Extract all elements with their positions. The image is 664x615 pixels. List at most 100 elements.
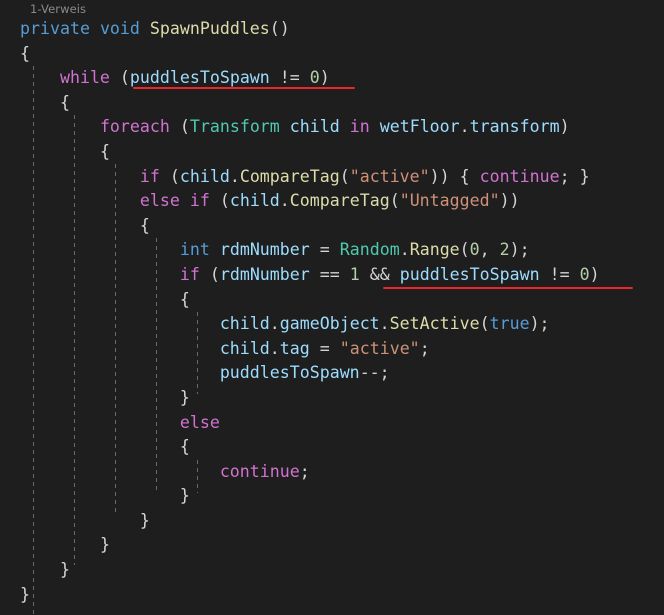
code-editor-pane[interactable]: 1-Verweis private void SpawnPuddles() { … xyxy=(0,0,664,615)
variable-child: child xyxy=(179,166,230,186)
punctuation: ); xyxy=(509,240,530,260)
keyword-private: private xyxy=(20,19,90,38)
variable-puddles-to-spawn: puddlesToSpawn xyxy=(129,68,270,88)
punctuation: ; xyxy=(419,338,430,358)
brace-open: { xyxy=(59,92,70,112)
brace-close: } xyxy=(20,584,30,604)
code-line[interactable]: if (child.CompareTag("active")) { contin… xyxy=(0,165,664,190)
punctuation: ( xyxy=(169,166,180,186)
brace-open: { xyxy=(179,289,190,309)
keyword-continue: continue xyxy=(479,166,560,186)
punctuation: ) xyxy=(559,117,570,137)
variable-child: child xyxy=(289,117,340,137)
operator-and: && xyxy=(369,264,390,284)
operator-assign: = xyxy=(319,338,330,358)
variable-rdm-number: rdmNumber xyxy=(219,240,310,260)
code-line[interactable]: if (rdmNumber == 1 && puddlesToSpawn != … xyxy=(0,263,664,288)
punctuation: ( xyxy=(179,117,190,137)
code-line[interactable]: child.gameObject.SetActive(true); xyxy=(0,312,664,337)
keyword-else: else xyxy=(139,191,180,211)
brace-close: } xyxy=(179,486,190,506)
punctuation: . xyxy=(279,191,290,211)
code-line[interactable]: private void SpawnPuddles() xyxy=(0,17,664,42)
operator-decrement: -- xyxy=(359,363,380,383)
type-random: Random xyxy=(339,240,400,260)
variable-puddles-to-spawn: puddlesToSpawn xyxy=(399,264,540,284)
punctuation: ; xyxy=(559,166,570,186)
punctuation: . xyxy=(459,117,470,137)
punctuation: , xyxy=(479,240,490,260)
operator-not-equal: != xyxy=(279,68,300,88)
punctuation: ( xyxy=(479,314,490,334)
code-content[interactable]: private void SpawnPuddles() { while (pud… xyxy=(0,17,664,607)
annotation-underline-if-condition xyxy=(383,287,633,289)
punctuation: ); xyxy=(529,314,550,334)
operator-equal: == xyxy=(319,264,340,284)
code-line[interactable]: else if (child.CompareTag("Untagged")) xyxy=(0,189,664,214)
code-line[interactable]: { xyxy=(0,91,664,116)
variable-rdm-number: rdmNumber xyxy=(219,264,310,284)
code-line[interactable]: { xyxy=(0,214,664,239)
keyword-if: if xyxy=(139,166,160,186)
punctuation: . xyxy=(399,240,410,260)
punctuation: ( xyxy=(209,264,220,284)
brace-open: { xyxy=(179,437,190,457)
codelens-reference-count[interactable]: 1-Verweis xyxy=(30,1,86,17)
property-game-object: gameObject xyxy=(279,314,380,334)
type-transform: Transform xyxy=(189,117,280,137)
code-line[interactable]: } xyxy=(0,533,664,558)
code-line[interactable]: else xyxy=(0,411,664,436)
variable-child: child xyxy=(229,191,280,211)
punctuation: ( xyxy=(119,68,130,88)
number-one: 1 xyxy=(349,264,360,284)
method-compare-tag: CompareTag xyxy=(289,191,390,211)
punctuation: ) xyxy=(589,264,600,284)
code-line[interactable]: } xyxy=(0,583,664,608)
punctuation: . xyxy=(229,166,240,186)
method-range: Range xyxy=(409,240,460,260)
code-line[interactable]: } xyxy=(0,484,664,509)
string-active: "active" xyxy=(339,338,420,358)
annotation-underline-while-condition xyxy=(133,87,355,89)
code-line[interactable]: { xyxy=(0,435,664,460)
keyword-else: else xyxy=(179,412,220,432)
operator-not-equal: != xyxy=(549,264,570,284)
punctuation: ( xyxy=(459,240,470,260)
method-compare-tag: CompareTag xyxy=(239,166,340,186)
brace-open: { xyxy=(20,43,30,63)
code-line[interactable]: } xyxy=(0,558,664,583)
punctuation: . xyxy=(269,314,280,334)
variable-child: child xyxy=(219,314,270,334)
code-line[interactable]: } xyxy=(0,386,664,411)
punctuation: ( xyxy=(219,191,230,211)
variable-puddles-to-spawn: puddlesToSpawn xyxy=(219,363,360,383)
property-tag: tag xyxy=(279,338,310,358)
code-line[interactable]: child.tag = "active"; xyxy=(0,337,664,362)
punctuation: ; xyxy=(379,363,390,383)
keyword-true: true xyxy=(489,314,530,334)
property-transform: transform xyxy=(469,117,560,137)
operator-assign: = xyxy=(319,240,330,260)
code-line[interactable]: int rdmNumber = Random.Range(0, 2); xyxy=(0,238,664,263)
keyword-void: void xyxy=(99,19,140,38)
code-line[interactable]: puddlesToSpawn--; xyxy=(0,361,664,386)
keyword-while: while xyxy=(59,68,110,88)
brace-close: } xyxy=(579,166,590,186)
code-line[interactable]: { xyxy=(0,42,664,67)
brace-close: } xyxy=(179,387,190,407)
number-zero: 0 xyxy=(469,240,480,260)
code-line[interactable]: { xyxy=(0,288,664,313)
code-line[interactable]: foreach (Transform child in wetFloor.tra… xyxy=(0,115,664,140)
brace-open: { xyxy=(459,166,470,186)
code-line[interactable]: { xyxy=(0,140,664,165)
brace-open: { xyxy=(139,215,150,235)
brace-close: } xyxy=(139,510,150,530)
code-line[interactable]: continue; xyxy=(0,460,664,485)
punctuation: . xyxy=(269,338,280,358)
string-active: "active" xyxy=(349,166,430,186)
punctuation: ) xyxy=(319,68,330,88)
keyword-if: if xyxy=(179,264,200,284)
keyword-in: in xyxy=(349,117,370,137)
code-line[interactable]: } xyxy=(0,509,664,534)
keyword-foreach: foreach xyxy=(99,117,170,137)
